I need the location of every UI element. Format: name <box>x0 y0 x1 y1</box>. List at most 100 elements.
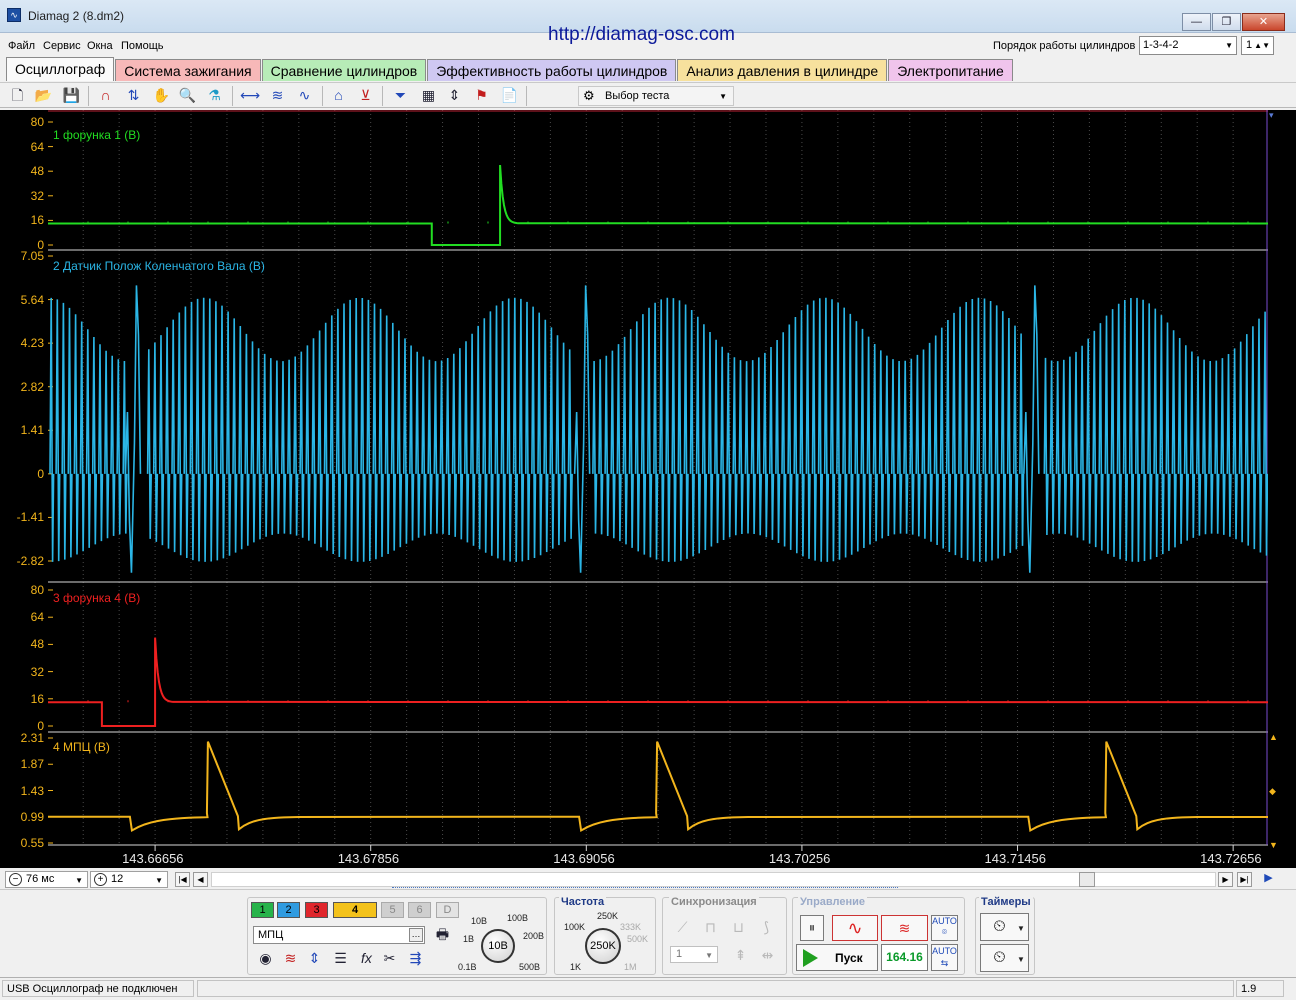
plot-area[interactable] <box>48 110 1268 868</box>
y-tick-label: 32 <box>30 188 44 203</box>
prev-page-icon[interactable]: ◀ <box>193 872 208 887</box>
menu-service[interactable]: Сервис <box>43 40 81 52</box>
channel-button-D[interactable]: D <box>436 902 459 918</box>
open-folder-icon[interactable]: 📂 <box>34 86 53 105</box>
auto-start-icon[interactable]: AUTO ⇆ <box>931 944 958 971</box>
print-icon[interactable]: 🖶 <box>433 925 452 944</box>
table-icon[interactable]: ▦ <box>419 86 438 105</box>
sync-shift-icon[interactable]: ⇹ <box>758 946 777 965</box>
volt-label: 1В <box>463 934 475 944</box>
wave-stack-icon[interactable]: ≋ <box>268 86 287 105</box>
close-button[interactable]: ✕ <box>1242 13 1285 31</box>
channel-name-value: МПЦ <box>258 929 284 941</box>
more-icon[interactable]: … <box>409 928 423 942</box>
vertical-shift-icon[interactable]: ⇕ <box>305 949 324 968</box>
start-button[interactable]: Пуск <box>796 944 878 971</box>
cylinder-order-select[interactable]: 1-3-4-2 ▼ <box>1139 36 1237 55</box>
filter-icon[interactable]: ⚗ <box>205 86 224 105</box>
menu-windows[interactable]: Окна <box>87 40 113 52</box>
minus-icon: − <box>9 873 22 886</box>
last-page-icon[interactable]: ▶| <box>1237 872 1252 887</box>
y-tick-label: 0 <box>37 466 44 481</box>
level-marker-icon[interactable]: ▲ <box>1269 732 1278 742</box>
pause-button[interactable]: ⏸ <box>800 915 824 941</box>
marker-flag-icon[interactable]: ⚑ <box>472 86 491 105</box>
freq-label: 250K <box>597 911 619 921</box>
level-lines-icon[interactable]: ☰ <box>331 949 350 968</box>
signal-compress-icon[interactable]: ⟷ <box>240 86 260 105</box>
timebase-select[interactable]: − 76 мс ▼ <box>5 871 88 888</box>
status-text: USB Осциллограф не подключен <box>2 980 194 997</box>
next-page-icon[interactable]: ▶ <box>1218 872 1233 887</box>
channel-button-3[interactable]: 3 <box>305 902 328 918</box>
auto-measure-icon[interactable]: AUTO ⌾ <box>931 915 958 941</box>
auto-scale-icon[interactable]: ⌂ <box>329 86 348 105</box>
menu-file[interactable]: Файл <box>8 40 35 52</box>
scrollbar-thumb[interactable] <box>1079 872 1095 887</box>
filter-funnel-icon[interactable]: ⏷ <box>391 86 410 105</box>
function-icon[interactable]: fx <box>357 949 376 968</box>
channel-merge-icon[interactable]: ⇶ <box>406 949 425 968</box>
channel-button-4[interactable]: 4 <box>333 902 377 918</box>
sync-title: Синхронизация <box>669 896 759 908</box>
wave-invert-icon[interactable]: ≋ <box>281 949 300 968</box>
channel-button-1[interactable]: 1 <box>251 902 274 918</box>
maximize-button[interactable]: ❐ <box>1212 13 1241 31</box>
notes-icon[interactable]: 📄 <box>500 86 519 105</box>
cursor-measure-icon[interactable]: ⇅ <box>124 86 143 105</box>
test-select[interactable]: ⚙ Выбор теста ▼ <box>578 86 734 106</box>
level-marker-icon[interactable]: ◆ <box>1269 786 1276 797</box>
level-marker-icon[interactable]: ▼ <box>1269 840 1278 850</box>
minimize-button[interactable]: — <box>1182 13 1211 31</box>
zero-offset-icon[interactable]: ⊻ <box>356 86 375 105</box>
tab-4[interactable]: Анализ давления в цилиндре <box>677 59 888 81</box>
tools-icon[interactable]: ✂ <box>380 949 399 968</box>
app-icon: ∿ <box>7 8 21 22</box>
time-scrollbar[interactable] <box>211 872 1216 887</box>
zoom-icon[interactable]: 🔍 <box>178 86 197 105</box>
tab-1[interactable]: Система зажигания <box>115 59 261 81</box>
channel-button-5[interactable]: 5 <box>381 902 404 918</box>
y-tick-label: 0.99 <box>20 809 44 824</box>
tab-2[interactable]: Сравнение цилиндров <box>261 59 427 81</box>
cylinder-spin[interactable]: 1 ▲▼ <box>1241 36 1274 55</box>
panel-splitter[interactable] <box>392 887 898 892</box>
y-tick-label: 16 <box>30 691 44 706</box>
new-file-icon[interactable]: 🗋 <box>8 86 27 105</box>
tab-5[interactable]: Электропитание <box>888 59 1013 81</box>
volt-label: 10В <box>471 916 488 926</box>
level-marker-icon[interactable]: ▾ <box>1269 110 1274 121</box>
hand-pan-icon[interactable]: ✋ <box>152 86 171 105</box>
volt-knob[interactable]: 10В <box>481 929 515 963</box>
zoom-select[interactable]: + 12 ▼ <box>90 871 168 888</box>
frequency-knob[interactable]: 250K <box>585 928 621 964</box>
tab-0[interactable]: Осциллограф <box>6 57 115 81</box>
split-icon[interactable]: ⇕ <box>445 86 464 105</box>
channel-title: 2 Датчик Полож Коленчатого Вала (В) <box>53 259 265 273</box>
pulse-edge-icon[interactable]: ⊓ <box>701 918 720 937</box>
channel-button-2[interactable]: 2 <box>277 902 300 918</box>
play-scroll-icon[interactable]: ▶ <box>1261 872 1276 887</box>
channel-title: 1 форунка 1 (В) <box>53 128 141 142</box>
noise-wave-icon[interactable]: ≋ <box>881 915 928 941</box>
wave-overlay-icon[interactable]: ∿ <box>295 86 314 105</box>
channel-name-input[interactable]: МПЦ … <box>253 926 425 944</box>
first-page-icon[interactable]: |◀ <box>175 872 190 887</box>
y-tick-label: 4.23 <box>20 336 44 351</box>
channel-button-6[interactable]: 6 <box>408 902 431 918</box>
menu-help[interactable]: Помощь <box>121 40 164 52</box>
sine-wave-icon[interactable]: ∿ <box>832 915 878 941</box>
sync-level-icon[interactable]: ⇞ <box>731 946 750 965</box>
tab-3[interactable]: Эффективность работы цилиндров <box>427 59 677 81</box>
zoom-value: 12 <box>111 873 124 885</box>
auto-sync-icon[interactable]: ⟆ <box>757 918 776 937</box>
eye-icon[interactable]: ◉ <box>256 949 275 968</box>
save-icon[interactable]: 💾 <box>62 86 81 105</box>
falling-edge-icon[interactable]: ⊔ <box>729 918 748 937</box>
oscilloscope-view[interactable]: 80 64 48 32 16 0 7.05 5.64 4.23 2.82 1.41 0 -1.41 -2.… <box>0 110 1296 868</box>
channel-title: 3 форунка 4 (В) <box>53 591 141 605</box>
crank-gap-trace <box>1023 285 1040 573</box>
magnet-icon[interactable]: ∩ <box>96 86 115 105</box>
rising-edge-icon[interactable]: ⟋ <box>673 918 692 937</box>
sync-channel-select[interactable]: 1 ▼ <box>670 946 718 963</box>
